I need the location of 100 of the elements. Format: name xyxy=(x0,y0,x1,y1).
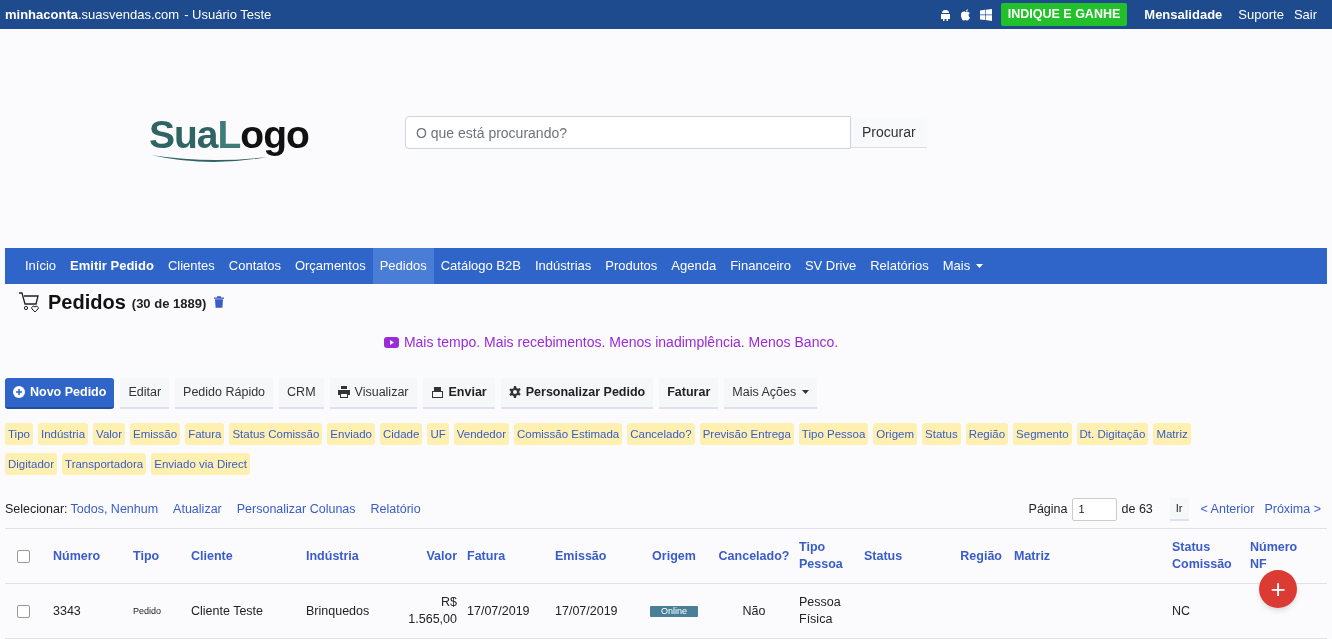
trash-icon xyxy=(214,296,225,308)
filter-tag[interactable]: Tipo Pessoa xyxy=(798,423,869,445)
action-button[interactable]: Faturar xyxy=(659,377,719,409)
column-header[interactable]: Matriz xyxy=(1014,547,1051,565)
android-icon xyxy=(939,8,951,21)
page-total: de 63 xyxy=(1121,500,1153,518)
table-cell-text: R$ 1.565,00 xyxy=(407,594,457,628)
column-header[interactable]: Origem xyxy=(652,547,696,565)
top-link[interactable]: Suporte xyxy=(1238,4,1284,25)
filter-tag[interactable]: Vendedor xyxy=(453,423,509,445)
nav-item[interactable]: Emitir Pedido xyxy=(63,248,161,284)
column-header[interactable]: Tipo xyxy=(133,547,160,565)
column-header[interactable]: Tipo Pessoa xyxy=(799,539,849,573)
settings-icon xyxy=(508,386,521,398)
nav-item[interactable]: Contatos xyxy=(221,248,288,284)
filter-tag[interactable]: Origem xyxy=(873,423,918,445)
column-header[interactable]: Número NF xyxy=(1250,539,1312,573)
caret-icon xyxy=(976,264,984,268)
filter-tag[interactable]: Emissão xyxy=(130,423,181,445)
filter-tag[interactable]: Comissão Estimada xyxy=(513,423,623,445)
action-button[interactable]: Novo Pedido xyxy=(5,377,115,409)
filter-tag[interactable]: Matriz xyxy=(1153,423,1191,445)
nav-item[interactable]: Agenda xyxy=(664,248,724,284)
nav-item[interactable]: Indústrias xyxy=(527,248,599,284)
next-link[interactable]: Próxima > xyxy=(1264,499,1321,519)
column-header[interactable]: Fatura xyxy=(467,547,506,565)
select-label: Selecionar: xyxy=(5,500,68,518)
page-label: Página xyxy=(1028,500,1068,518)
filter-tag[interactable]: Segmento xyxy=(1013,423,1072,445)
nav-item[interactable]: Clientes xyxy=(160,248,222,284)
top-link[interactable]: Sair xyxy=(1293,4,1317,25)
table-cell-text: Pessoa Física xyxy=(799,594,842,628)
column-header[interactable]: Emissão xyxy=(555,547,607,565)
filter-tag[interactable]: Cancelado? xyxy=(627,423,695,445)
filter-tag[interactable]: Tipo xyxy=(5,423,33,445)
nav-item[interactable]: SV Drive xyxy=(797,248,864,284)
action-button[interactable]: Pedido Rápido xyxy=(175,377,274,409)
column-header[interactable]: Número xyxy=(53,547,101,565)
column-header[interactable]: Valor xyxy=(426,547,457,565)
nav-item[interactable]: Orçamentos xyxy=(287,248,373,284)
toolbar-link[interactable]: Relatório xyxy=(370,499,421,519)
filter-tag[interactable]: Status xyxy=(922,423,961,445)
plus-icon xyxy=(13,386,25,398)
column-header[interactable]: Status Comissão xyxy=(1172,539,1247,573)
filter-tag[interactable]: Enviado via Direct xyxy=(151,453,250,475)
filter-tag[interactable]: Valor xyxy=(93,423,126,445)
search-field[interactable]: O que está procurando? xyxy=(405,116,851,149)
select-link[interactable]: Todos, Nenhum xyxy=(70,499,159,519)
filter-tag[interactable]: Cidade xyxy=(379,423,423,445)
filter-tag[interactable]: UF xyxy=(427,423,449,445)
filter-tag[interactable]: Indústria xyxy=(37,423,89,445)
user-name: - Usuário Teste xyxy=(184,5,272,24)
nav-item[interactable]: Produtos xyxy=(598,248,665,284)
table-cell-text: Pedido xyxy=(133,604,162,618)
column-header[interactable]: Cancelado? xyxy=(718,547,790,565)
site-address[interactable]: minhaconta.suasvendas.com xyxy=(5,4,180,25)
action-button[interactable]: Personalizar Pedido xyxy=(500,377,654,409)
action-button[interactable]: Editar xyxy=(120,377,170,409)
column-header[interactable]: Status xyxy=(864,547,903,565)
table-cell: 3343 xyxy=(53,602,81,620)
go-button[interactable]: Ir xyxy=(1169,497,1189,521)
action-button[interactable]: Mais Ações xyxy=(724,377,818,409)
nav-item[interactable]: Financeiro xyxy=(723,248,798,284)
column-header[interactable]: Cliente xyxy=(191,547,233,565)
filter-tag[interactable]: Previsão Entrega xyxy=(699,423,794,445)
nav-item[interactable]: Início xyxy=(18,248,64,284)
toolbar-link[interactable]: Atualizar xyxy=(173,499,222,519)
filter-tag[interactable]: Região xyxy=(965,423,1009,445)
action-button[interactable]: CRM xyxy=(279,377,324,409)
column-header[interactable]: Região xyxy=(960,547,1002,565)
table-cell: 17/07/2019 xyxy=(555,602,618,620)
logo: SuaLogo xyxy=(149,113,329,164)
caret-icon xyxy=(802,390,810,394)
filter-tag[interactable]: Digitador xyxy=(5,453,58,475)
nav-item[interactable]: Catálogo B2B xyxy=(433,248,528,284)
table-cell: NC xyxy=(1172,602,1191,620)
nav-item[interactable]: Pedidos xyxy=(372,248,434,284)
top-link[interactable]: Mensalidade xyxy=(1144,4,1223,25)
page-field[interactable]: 1 xyxy=(1071,497,1117,521)
table-cell: Cliente Teste xyxy=(191,602,264,620)
apple-icon xyxy=(959,8,971,21)
nav-item[interactable]: Relatórios xyxy=(863,248,936,284)
filter-tag[interactable]: Dt. Digitação xyxy=(1076,423,1149,445)
windows-icon xyxy=(979,8,992,21)
filter-tag[interactable]: Enviado xyxy=(327,423,375,445)
filter-tag[interactable]: Transportadora xyxy=(62,453,147,475)
prev-link[interactable]: < Anterior xyxy=(1200,499,1255,519)
promo-link[interactable]: Mais tempo. Mais recebimentos. Menos inadimplência. Menos Banco. xyxy=(403,331,839,353)
action-button[interactable]: Visualizar xyxy=(329,377,417,409)
toolbar-link[interactable]: Personalizar Colunas xyxy=(236,499,356,519)
action-button[interactable]: Enviar xyxy=(422,377,495,409)
checkbox[interactable] xyxy=(17,549,30,563)
filter-tag[interactable]: Fatura xyxy=(185,423,225,445)
filter-tag[interactable]: Status Comissão xyxy=(229,423,323,445)
table-cell: Brinquedos xyxy=(306,602,370,620)
nav-item[interactable]: Mais xyxy=(935,248,991,284)
add-button[interactable]: + xyxy=(1259,570,1297,608)
column-header[interactable]: Indústria xyxy=(306,547,359,565)
checkbox[interactable] xyxy=(17,604,30,618)
cart-icon xyxy=(18,291,42,313)
